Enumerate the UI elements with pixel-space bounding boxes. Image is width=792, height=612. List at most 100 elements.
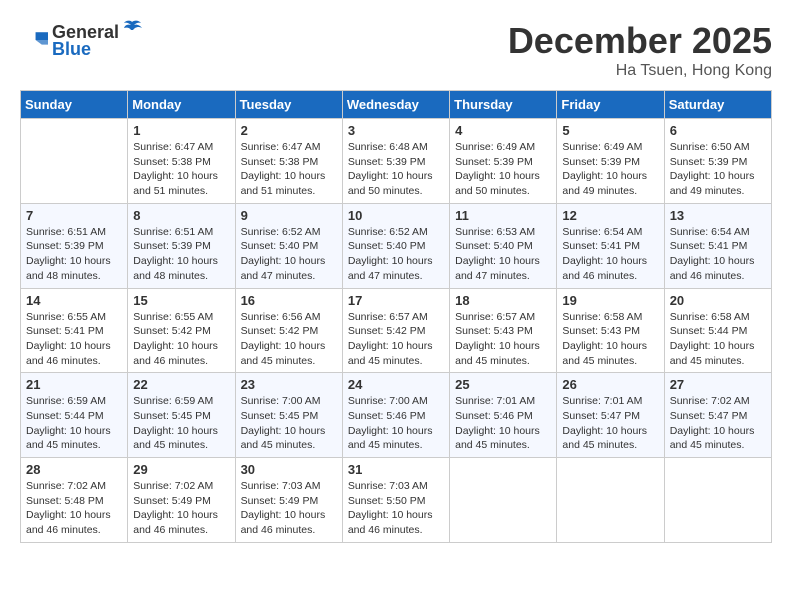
day-number: 16 — [241, 293, 337, 308]
day-info: Sunrise: 6:56 AMSunset: 5:42 PMDaylight:… — [241, 310, 337, 369]
calendar-cell: 22 Sunrise: 6:59 AMSunset: 5:45 PMDayligh… — [128, 373, 235, 458]
day-info: Sunrise: 7:03 AMSunset: 5:50 PMDaylight:… — [348, 479, 444, 538]
day-info: Sunrise: 7:00 AMSunset: 5:45 PMDaylight:… — [241, 394, 337, 453]
calendar-cell: 25Sunrise: 7:01 AMSunset: 5:46 PMDayligh… — [450, 373, 557, 458]
day-info: Sunrise: 6:50 AMSunset: 5:39 PMDaylight:… — [670, 140, 766, 199]
calendar-week-row: 1 Sunrise: 6:47 AMSunset: 5:38 PMDaylight… — [21, 119, 772, 204]
weekday-header-monday: Monday — [128, 91, 235, 119]
calendar-cell: 13 Sunrise: 6:54 AMSunset: 5:41 PMDayligh… — [664, 203, 771, 288]
calendar-cell: 19 Sunrise: 6:58 AMSunset: 5:43 PMDayligh… — [557, 288, 664, 373]
calendar-cell: 8Sunrise: 6:51 AMSunset: 5:39 PMDaylight… — [128, 203, 235, 288]
day-info: Sunrise: 6:55 AMSunset: 5:42 PMDaylight:… — [133, 310, 229, 369]
calendar-cell: 7Sunrise: 6:51 AMSunset: 5:39 PMDaylight… — [21, 203, 128, 288]
day-number: 12 — [562, 208, 658, 223]
day-number: 24 — [348, 377, 444, 392]
calendar-cell: 9 Sunrise: 6:52 AMSunset: 5:40 PMDaylight… — [235, 203, 342, 288]
calendar-cell: 24 Sunrise: 7:00 AMSunset: 5:46 PMDayligh… — [342, 373, 449, 458]
day-info: Sunrise: 6:57 AMSunset: 5:42 PMDaylight:… — [348, 310, 444, 369]
day-number: 15 — [133, 293, 229, 308]
day-number: 25 — [455, 377, 551, 392]
day-info: Sunrise: 6:59 AMSunset: 5:44 PMDaylight:… — [26, 394, 122, 453]
day-number: 18 — [455, 293, 551, 308]
day-info: Sunrise: 6:52 AMSunset: 5:40 PMDaylight:… — [348, 225, 444, 284]
day-number: 2 — [241, 123, 337, 138]
calendar-cell: 5 Sunrise: 6:49 AMSunset: 5:39 PMDaylight… — [557, 119, 664, 204]
logo-bird-icon — [121, 20, 143, 38]
calendar-week-row: 7Sunrise: 6:51 AMSunset: 5:39 PMDaylight… — [21, 203, 772, 288]
day-info: Sunrise: 7:00 AMSunset: 5:46 PMDaylight:… — [348, 394, 444, 453]
page-header: General Blue December 2025 Ha Tsuen, Hon… — [20, 20, 772, 80]
day-number: 6 — [670, 123, 766, 138]
calendar-cell: 11 Sunrise: 6:53 AMSunset: 5:40 PMDayligh… — [450, 203, 557, 288]
calendar-cell: 28 Sunrise: 7:02 AMSunset: 5:48 PMDayligh… — [21, 458, 128, 543]
day-number: 1 — [133, 123, 229, 138]
day-info: Sunrise: 6:49 AMSunset: 5:39 PMDaylight:… — [455, 140, 551, 199]
day-number: 29 — [133, 462, 229, 477]
weekday-header-sunday: Sunday — [21, 91, 128, 119]
day-info: Sunrise: 6:54 AMSunset: 5:41 PMDaylight:… — [562, 225, 658, 284]
calendar-cell: 21 Sunrise: 6:59 AMSunset: 5:44 PMDayligh… — [21, 373, 128, 458]
weekday-header-tuesday: Tuesday — [235, 91, 342, 119]
day-number: 31 — [348, 462, 444, 477]
weekday-header-friday: Friday — [557, 91, 664, 119]
calendar-cell: 15 Sunrise: 6:55 AMSunset: 5:42 PMDayligh… — [128, 288, 235, 373]
calendar-cell: 12 Sunrise: 6:54 AMSunset: 5:41 PMDayligh… — [557, 203, 664, 288]
day-number: 19 — [562, 293, 658, 308]
calendar-cell: 1 Sunrise: 6:47 AMSunset: 5:38 PMDaylight… — [128, 119, 235, 204]
weekday-header-saturday: Saturday — [664, 91, 771, 119]
location: Ha Tsuen, Hong Kong — [508, 62, 772, 80]
day-info: Sunrise: 6:52 AMSunset: 5:40 PMDaylight:… — [241, 225, 337, 284]
calendar-cell: 29Sunrise: 7:02 AMSunset: 5:49 PMDayligh… — [128, 458, 235, 543]
calendar-cell — [450, 458, 557, 543]
calendar-cell: 4Sunrise: 6:49 AMSunset: 5:39 PMDaylight… — [450, 119, 557, 204]
day-number: 11 — [455, 208, 551, 223]
day-info: Sunrise: 6:49 AMSunset: 5:39 PMDaylight:… — [562, 140, 658, 199]
day-info: Sunrise: 7:02 AMSunset: 5:48 PMDaylight:… — [26, 479, 122, 538]
calendar-cell: 16 Sunrise: 6:56 AMSunset: 5:42 PMDayligh… — [235, 288, 342, 373]
calendar-cell: 23Sunrise: 7:00 AMSunset: 5:45 PMDayligh… — [235, 373, 342, 458]
day-info: Sunrise: 6:57 AMSunset: 5:43 PMDaylight:… — [455, 310, 551, 369]
calendar-week-row: 14 Sunrise: 6:55 AMSunset: 5:41 PMDayligh… — [21, 288, 772, 373]
calendar-week-row: 28 Sunrise: 7:02 AMSunset: 5:48 PMDayligh… — [21, 458, 772, 543]
day-info: Sunrise: 6:47 AMSunset: 5:38 PMDaylight:… — [133, 140, 229, 199]
day-number: 14 — [26, 293, 122, 308]
day-info: Sunrise: 6:53 AMSunset: 5:40 PMDaylight:… — [455, 225, 551, 284]
calendar-cell: 26Sunrise: 7:01 AMSunset: 5:47 PMDayligh… — [557, 373, 664, 458]
weekday-header-wednesday: Wednesday — [342, 91, 449, 119]
day-number: 27 — [670, 377, 766, 392]
day-info: Sunrise: 6:55 AMSunset: 5:41 PMDaylight:… — [26, 310, 122, 369]
calendar-cell: 2Sunrise: 6:47 AMSunset: 5:38 PMDaylight… — [235, 119, 342, 204]
day-number: 10 — [348, 208, 444, 223]
day-number: 20 — [670, 293, 766, 308]
day-number: 9 — [241, 208, 337, 223]
calendar-cell: 14 Sunrise: 6:55 AMSunset: 5:41 PMDayligh… — [21, 288, 128, 373]
day-number: 3 — [348, 123, 444, 138]
day-info: Sunrise: 6:58 AMSunset: 5:43 PMDaylight:… — [562, 310, 658, 369]
calendar-cell — [557, 458, 664, 543]
day-info: Sunrise: 6:58 AMSunset: 5:44 PMDaylight:… — [670, 310, 766, 369]
weekday-header-row: SundayMondayTuesdayWednesdayThursdayFrid… — [21, 91, 772, 119]
weekday-header-thursday: Thursday — [450, 91, 557, 119]
calendar-cell: 6 Sunrise: 6:50 AMSunset: 5:39 PMDaylight… — [664, 119, 771, 204]
calendar-cell: 27Sunrise: 7:02 AMSunset: 5:47 PMDayligh… — [664, 373, 771, 458]
day-number: 21 — [26, 377, 122, 392]
day-number: 17 — [348, 293, 444, 308]
day-info: Sunrise: 6:51 AMSunset: 5:39 PMDaylight:… — [26, 225, 122, 284]
logo: General Blue — [20, 20, 143, 60]
day-number: 8 — [133, 208, 229, 223]
calendar-table: SundayMondayTuesdayWednesdayThursdayFrid… — [20, 90, 772, 543]
day-number: 22 — [133, 377, 229, 392]
calendar-cell: 20 Sunrise: 6:58 AMSunset: 5:44 PMDayligh… — [664, 288, 771, 373]
day-number: 5 — [562, 123, 658, 138]
day-number: 30 — [241, 462, 337, 477]
day-info: Sunrise: 7:03 AMSunset: 5:49 PMDaylight:… — [241, 479, 337, 538]
day-info: Sunrise: 6:59 AMSunset: 5:45 PMDaylight:… — [133, 394, 229, 453]
day-info: Sunrise: 6:54 AMSunset: 5:41 PMDaylight:… — [670, 225, 766, 284]
day-number: 26 — [562, 377, 658, 392]
month-title: December 2025 — [508, 20, 772, 62]
day-number: 13 — [670, 208, 766, 223]
title-area: December 2025 Ha Tsuen, Hong Kong — [508, 20, 772, 80]
day-number: 28 — [26, 462, 122, 477]
calendar-cell — [21, 119, 128, 204]
calendar-cell: 3Sunrise: 6:48 AMSunset: 5:39 PMDaylight… — [342, 119, 449, 204]
